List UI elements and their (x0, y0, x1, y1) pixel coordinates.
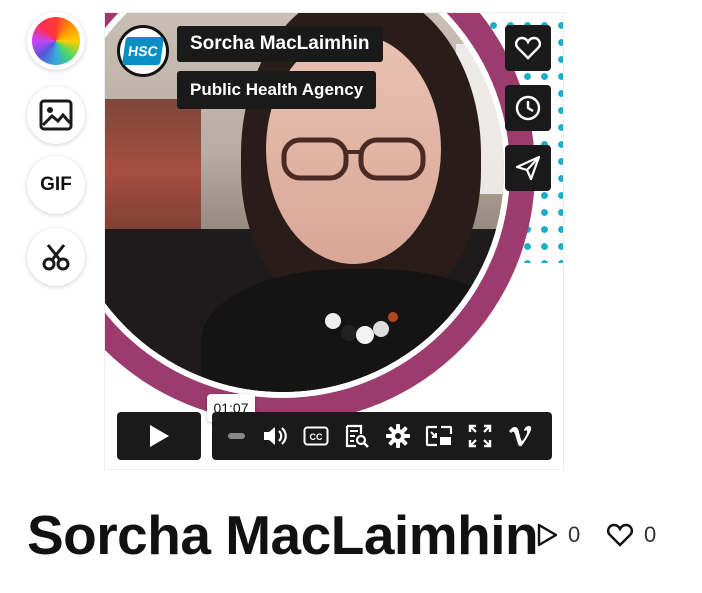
heart-icon (515, 36, 541, 60)
captions-icon: CC (303, 426, 328, 446)
settings-icon (385, 424, 410, 448)
play-outline-icon (537, 523, 558, 547)
progress-scrubber[interactable] (228, 412, 254, 460)
likes-count: 0 (644, 522, 657, 547)
fullscreen-icon (468, 424, 491, 448)
fullscreen-button[interactable] (459, 412, 500, 460)
presenter-name-tag: Sorcha MacLaimhin (177, 26, 383, 62)
color-wheel-icon (32, 17, 80, 65)
clock-icon (515, 95, 541, 121)
transcript-button[interactable] (336, 412, 377, 460)
share-button[interactable] (505, 145, 551, 191)
plays-stat: 0 (536, 522, 580, 548)
hsc-logo: HSC (117, 25, 169, 77)
video-player[interactable]: HSC Sorcha MacLaimhin Public Health Agen… (104, 12, 564, 470)
captions-button[interactable]: CC (295, 412, 336, 460)
watch-later-button[interactable] (505, 85, 551, 131)
plays-count: 0 (568, 522, 581, 547)
gif-label: GIF (40, 174, 72, 195)
play-icon (150, 425, 169, 447)
color-picker-button[interactable] (27, 12, 85, 70)
page-title: Sorcha MacLaimhin (27, 504, 539, 566)
video-frame-image (105, 13, 504, 392)
heart-outline-icon (606, 523, 634, 547)
like-button[interactable] (505, 25, 551, 71)
svg-text:CC: CC (309, 432, 322, 442)
image-icon (39, 99, 73, 131)
transcript-icon (345, 424, 369, 448)
presenter-org-tag: Public Health Agency (177, 71, 377, 109)
likes-stat[interactable]: 0 (606, 522, 656, 548)
pip-button[interactable] (418, 412, 459, 460)
vimeo-logo (508, 426, 531, 447)
vimeo-logo-link[interactable] (500, 412, 541, 460)
settings-button[interactable] (377, 412, 418, 460)
send-icon (515, 155, 541, 181)
scissors-icon (42, 244, 70, 271)
player-controls: CC (212, 412, 552, 460)
clip-button[interactable] (27, 228, 85, 286)
play-button[interactable] (117, 412, 201, 460)
gif-button[interactable]: GIF (27, 156, 85, 214)
volume-button[interactable] (254, 412, 295, 460)
volume-icon (263, 427, 287, 445)
pip-icon (425, 425, 452, 447)
image-button[interactable] (27, 86, 85, 144)
